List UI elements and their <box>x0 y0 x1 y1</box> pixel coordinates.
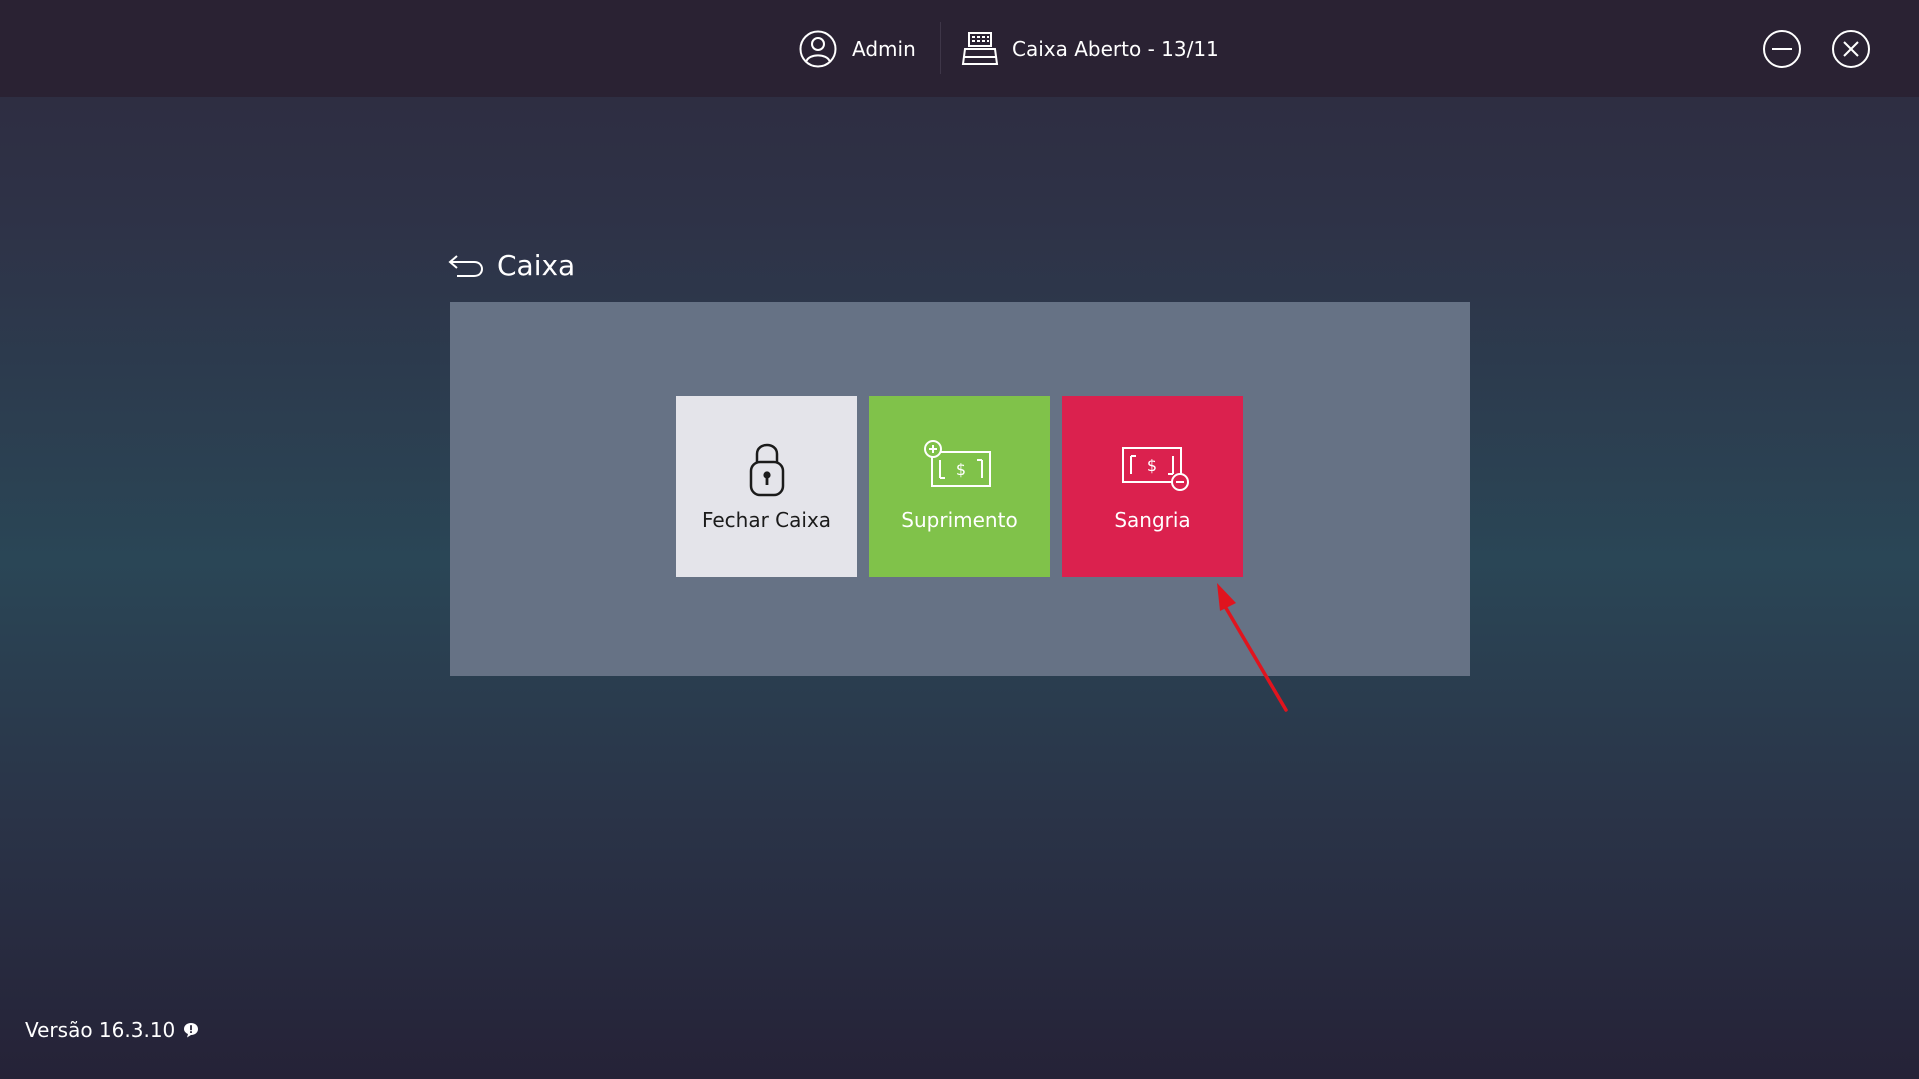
close-icon[interactable] <box>1831 29 1871 69</box>
suprimento-label: Suprimento <box>901 508 1018 532</box>
annotation-arrow <box>1217 583 1288 712</box>
fechar-caixa-button[interactable]: Fechar Caixa <box>676 396 857 577</box>
register-status[interactable]: Caixa Aberto - 13/11 <box>960 28 1219 70</box>
caixa-panel: Fechar Caixa $ Suprimento $ Sangria <box>450 302 1470 676</box>
svg-text:$: $ <box>1146 456 1156 475</box>
version-footer: Versão 16.3.10 <box>25 1018 199 1042</box>
back-arrow-icon[interactable] <box>447 250 485 280</box>
lock-icon <box>749 443 784 497</box>
user-circle-icon <box>799 30 837 68</box>
suprimento-button[interactable]: $ Suprimento <box>869 396 1050 577</box>
page-header: Caixa <box>447 245 575 285</box>
cash-remove-icon: $ <box>1121 447 1189 491</box>
sangria-label: Sangria <box>1114 508 1191 532</box>
cash-register-icon <box>961 32 999 65</box>
svg-text:$: $ <box>955 460 965 479</box>
top-bar: Admin Caixa Aberto - 13/11 <box>0 0 1919 97</box>
sangria-button[interactable]: $ Sangria <box>1062 396 1243 577</box>
fechar-caixa-label: Fechar Caixa <box>701 508 832 532</box>
minimize-icon[interactable] <box>1762 29 1802 69</box>
page-title: Caixa <box>497 248 576 282</box>
user-name: Admin <box>852 37 916 61</box>
topbar-divider <box>940 22 941 74</box>
version-text: Versão 16.3.10 <box>25 1018 176 1042</box>
user-menu[interactable]: Admin <box>798 28 916 70</box>
register-status-text: Caixa Aberto - 13/11 <box>1012 37 1219 61</box>
cash-add-icon: $ <box>923 440 991 487</box>
info-bubble-icon[interactable] <box>183 1022 199 1038</box>
